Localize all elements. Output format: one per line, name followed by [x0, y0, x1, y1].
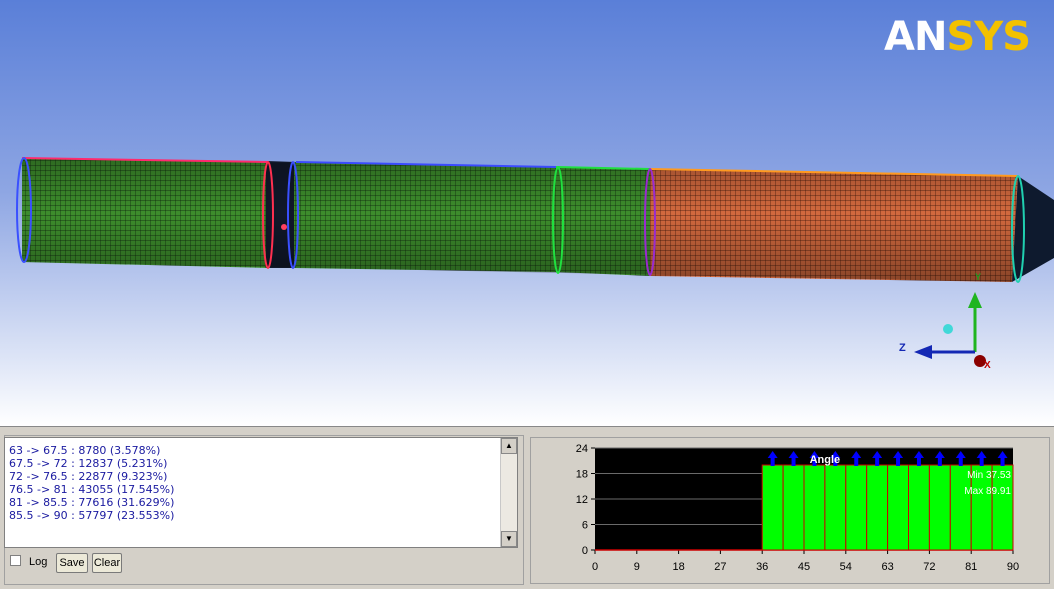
x-tick-label: 90: [1007, 561, 1019, 573]
chart-min-label: Min 37.53: [967, 470, 1011, 481]
histogram-bar: [928, 464, 951, 551]
graphics-viewport[interactable]: ANSYS Y Z X: [0, 0, 1054, 427]
histogram-bar: [803, 464, 826, 551]
histogram-bar: [845, 464, 868, 551]
histogram-bar: [887, 464, 910, 551]
y-tick-label: 12: [576, 494, 588, 506]
clear-button[interactable]: Clear: [92, 553, 122, 573]
bar-marker-stem: [916, 457, 921, 466]
stats-line: 67.5 -> 72 : 12837 (5.231%): [9, 457, 168, 470]
y-tick-label: 0: [582, 545, 588, 557]
stats-line: 81 -> 85.5 : 77616 (31.629%): [9, 496, 175, 509]
axis-z-label: Z: [899, 342, 906, 354]
listbox-scrollbar[interactable]: ▲ ▼: [500, 438, 517, 547]
x-tick-label: 81: [965, 561, 977, 573]
x-tick-label: 63: [881, 561, 893, 573]
y-tick-label: 6: [582, 520, 588, 532]
save-button[interactable]: Save: [56, 553, 88, 573]
x-tick-label: 45: [798, 561, 810, 573]
axis-triad: [914, 292, 986, 367]
bar-marker-stem: [896, 457, 901, 466]
scroll-down-button[interactable]: ▼: [501, 531, 517, 547]
bar-marker-stem: [770, 457, 775, 466]
bar-marker-stem: [979, 457, 984, 466]
angle-histogram[interactable]: 0 6 12 18 24 0 9 18 27 36 45 54 63 72 81 90 Angle Min 37.…: [545, 438, 1045, 578]
y-tick-label: 24: [576, 443, 588, 455]
x-tick-label: 72: [923, 561, 935, 573]
stats-line: 63 -> 67.5 : 8780 (3.578%): [9, 444, 161, 457]
x-tick-label: 27: [714, 561, 726, 573]
x-tick-label: 54: [840, 561, 852, 573]
histogram-bar: [866, 464, 889, 551]
y-tick-label: 18: [576, 469, 588, 481]
mesh-model[interactable]: [0, 0, 1054, 426]
x-tick-label: 36: [756, 561, 768, 573]
bar-marker-stem: [1000, 457, 1005, 466]
stats-lines: 63 -> 67.5 : 8780 (3.578%) 67.5 -> 72 : 1…: [9, 444, 174, 522]
bar-marker-stem: [958, 457, 963, 466]
chart-title: Angle: [810, 454, 841, 466]
stats-line: 72 -> 76.5 : 22877 (9.323%): [9, 470, 168, 483]
log-checkbox[interactable]: [10, 555, 21, 566]
stats-line: 85.5 -> 90 : 57797 (23.553%): [9, 509, 175, 522]
x-tick-label: 0: [592, 561, 598, 573]
bar-marker-stem: [854, 457, 859, 466]
stats-listbox[interactable]: 63 -> 67.5 : 8780 (3.578%) 67.5 -> 72 : 1…: [4, 437, 518, 548]
histogram-bar: [782, 464, 805, 551]
log-checkbox-label: Log: [29, 556, 48, 568]
x-tick-label: 18: [672, 561, 684, 573]
histogram-bar: [761, 464, 784, 551]
stats-line: 76.5 -> 81 : 43055 (17.545%): [9, 483, 175, 496]
x-tick-label: 9: [634, 561, 640, 573]
bar-marker-stem: [937, 457, 942, 466]
ansys-logo: ANSYS: [884, 14, 1031, 60]
chart-max-label: Max 89.91: [964, 486, 1011, 497]
histogram-bar: [908, 464, 930, 551]
mesh-nose: [1012, 176, 1054, 282]
axis-y-label: Y: [975, 272, 982, 282]
scroll-up-button[interactable]: ▲: [501, 438, 517, 454]
axis-x-label: X: [984, 360, 991, 371]
bar-marker-stem: [875, 457, 880, 466]
histogram-bar: [824, 464, 847, 551]
bar-marker-stem: [791, 457, 796, 466]
